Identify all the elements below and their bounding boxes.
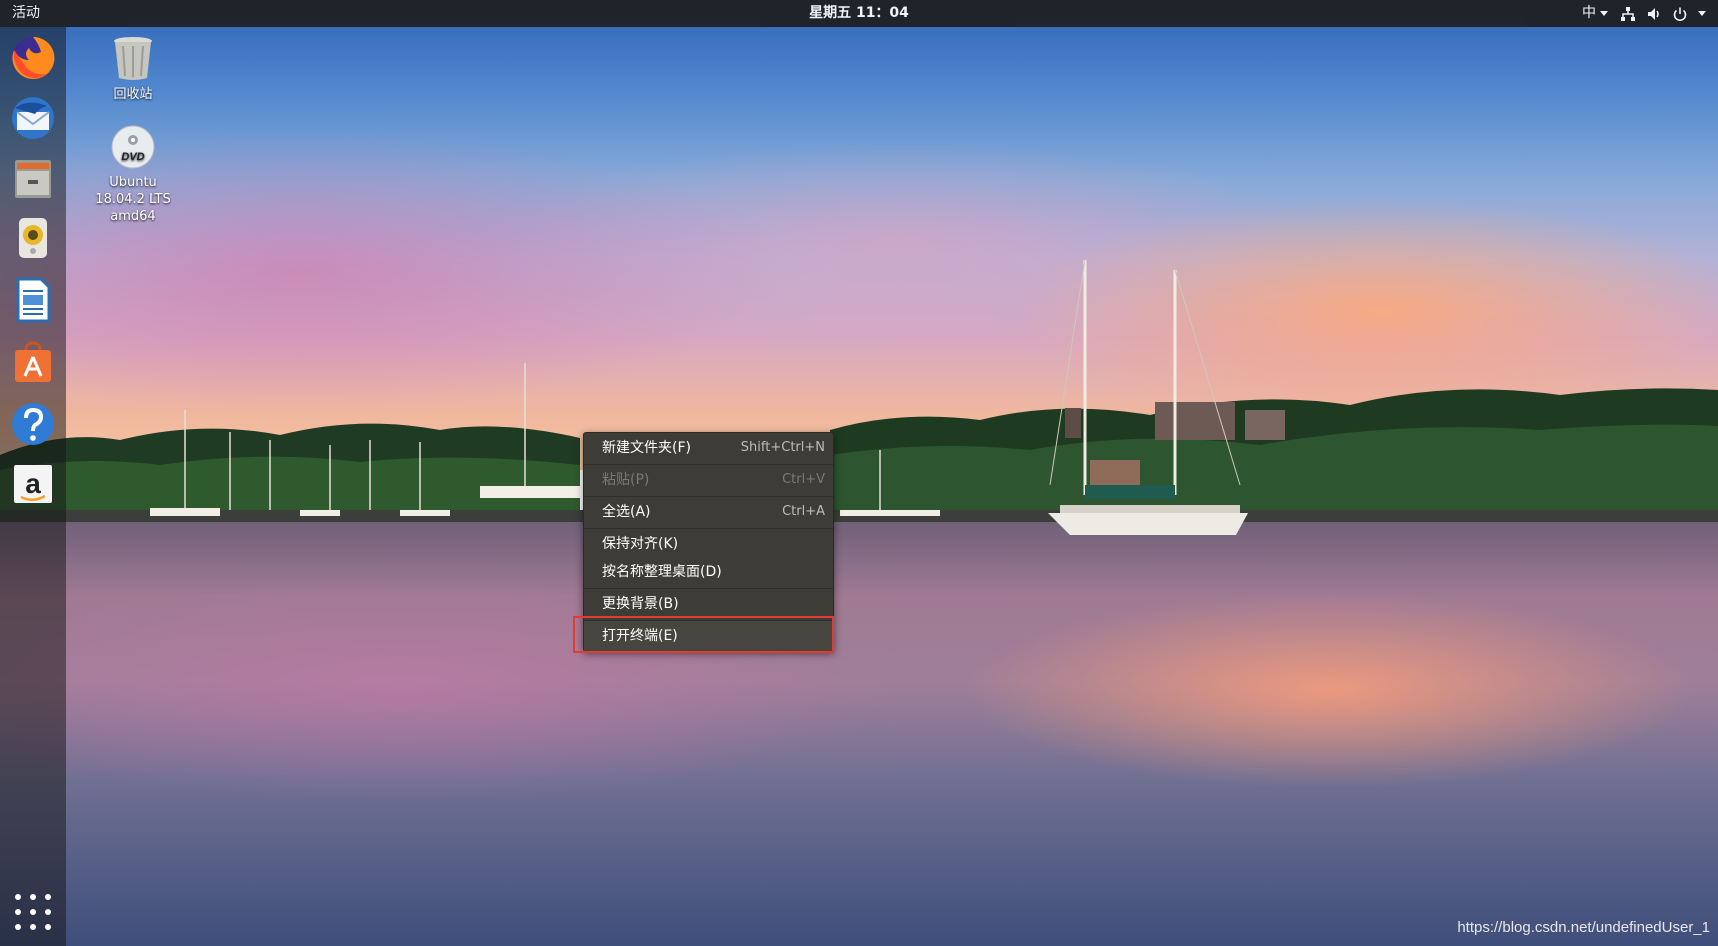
shopping-bag-icon <box>15 341 51 382</box>
dvd-label-line3: amd64 <box>110 209 156 224</box>
desktop-context-menu: 新建文件夹(F) Shift+Ctrl+N 粘贴(P) Ctrl+V 全选(A)… <box>583 432 834 652</box>
system-tray: 中 <box>1582 0 1706 27</box>
apps-grid-icon <box>30 894 36 900</box>
menu-item-accelerator: Ctrl+V <box>782 472 825 487</box>
dock-amazon[interactable]: a <box>8 459 58 509</box>
desktop-wallpaper[interactable] <box>0 0 1718 946</box>
clock-button[interactable]: 星期五 11：04 <box>809 5 909 21</box>
show-applications-button[interactable] <box>13 892 53 932</box>
dock-ubuntu-software[interactable] <box>8 337 58 387</box>
volume-icon <box>1648 7 1659 20</box>
menu-item-select-all[interactable]: 全选(A) Ctrl+A <box>584 497 833 527</box>
input-method-menu[interactable]: 中 <box>1582 0 1608 27</box>
apps-grid-icon <box>30 924 36 930</box>
menu-item-keep-aligned[interactable]: 保持对齐(K) <box>584 529 833 559</box>
menu-item-label: 全选(A) <box>602 504 651 520</box>
apps-grid-icon <box>15 909 21 915</box>
menu-item-paste[interactable]: 粘贴(P) Ctrl+V <box>584 465 833 495</box>
wallpaper-treeline <box>0 363 1718 522</box>
apps-grid-icon <box>30 909 36 915</box>
menu-item-new-folder[interactable]: 新建文件夹(F) Shift+Ctrl+N <box>584 433 833 463</box>
desktop-icon-dvd[interactable]: DVD Ubuntu 18.04.2 LTS amd64 <box>83 124 183 225</box>
dvd-disc-text: DVD <box>121 151 144 163</box>
trash-icon <box>114 37 152 80</box>
menu-item-open-terminal[interactable]: 打开终端(E) <box>584 621 833 651</box>
dock: a <box>0 27 66 946</box>
file-cabinet-icon <box>15 160 51 198</box>
clock-container: 星期五 11：04 <box>0 0 1718 27</box>
network-icon <box>1621 6 1635 21</box>
input-method-label: 中 <box>1582 5 1596 21</box>
system-status-menu[interactable] <box>1620 6 1706 22</box>
activities-button[interactable]: 活动 <box>12 0 40 27</box>
dock-firefox[interactable] <box>8 33 58 83</box>
menu-item-label: 粘贴(P) <box>602 472 650 488</box>
amazon-icon: a <box>14 465 52 503</box>
amazon-glyph: a <box>25 468 41 499</box>
dock-files[interactable] <box>8 153 58 203</box>
apps-grid-icon <box>45 924 51 930</box>
chevron-down-icon <box>1698 11 1706 16</box>
dock-rhythmbox[interactable] <box>8 213 58 263</box>
help-icon <box>12 403 54 445</box>
dvd-label-line2: 18.04.2 LTS <box>95 192 171 207</box>
dock-writer[interactable] <box>8 275 58 325</box>
thunderbird-icon <box>12 97 54 139</box>
dvd-label-line1: Ubuntu <box>109 175 157 190</box>
apps-grid-icon <box>45 894 51 900</box>
menu-item-accelerator: Shift+Ctrl+N <box>740 440 825 455</box>
top-bar: 活动 星期五 11：04 中 <box>0 0 1718 27</box>
menu-item-label: 打开终端(E) <box>602 628 678 644</box>
menu-item-label: 按名称整理桌面(D) <box>602 564 722 580</box>
dvd-disc-icon: DVD <box>111 125 155 169</box>
power-icon <box>1673 7 1687 21</box>
menu-item-label: 更换背景(B) <box>602 596 679 612</box>
menu-item-organize-by-name[interactable]: 按名称整理桌面(D) <box>584 557 833 587</box>
desktop-icon-trash[interactable]: 回收站 <box>83 34 183 103</box>
dock-thunderbird[interactable] <box>8 93 58 143</box>
speaker-icon <box>19 218 47 258</box>
apps-grid-icon <box>15 894 21 900</box>
menu-item-label: 保持对齐(K) <box>602 536 679 552</box>
apps-grid-icon <box>45 909 51 915</box>
menu-item-change-background[interactable]: 更换背景(B) <box>584 589 833 619</box>
menu-item-accelerator: Ctrl+A <box>782 504 825 519</box>
document-icon <box>16 277 51 323</box>
firefox-icon <box>12 36 55 79</box>
apps-grid-icon <box>15 924 21 930</box>
chevron-down-icon <box>1600 11 1608 16</box>
trash-label: 回收站 <box>113 87 153 102</box>
watermark-text: https://blog.csdn.net/undefinedUser_1 <box>1457 919 1710 936</box>
menu-item-label: 新建文件夹(F) <box>602 440 691 456</box>
sailboat-image <box>1048 259 1248 535</box>
dock-help[interactable] <box>8 399 58 449</box>
wallpaper-water <box>0 520 1718 946</box>
